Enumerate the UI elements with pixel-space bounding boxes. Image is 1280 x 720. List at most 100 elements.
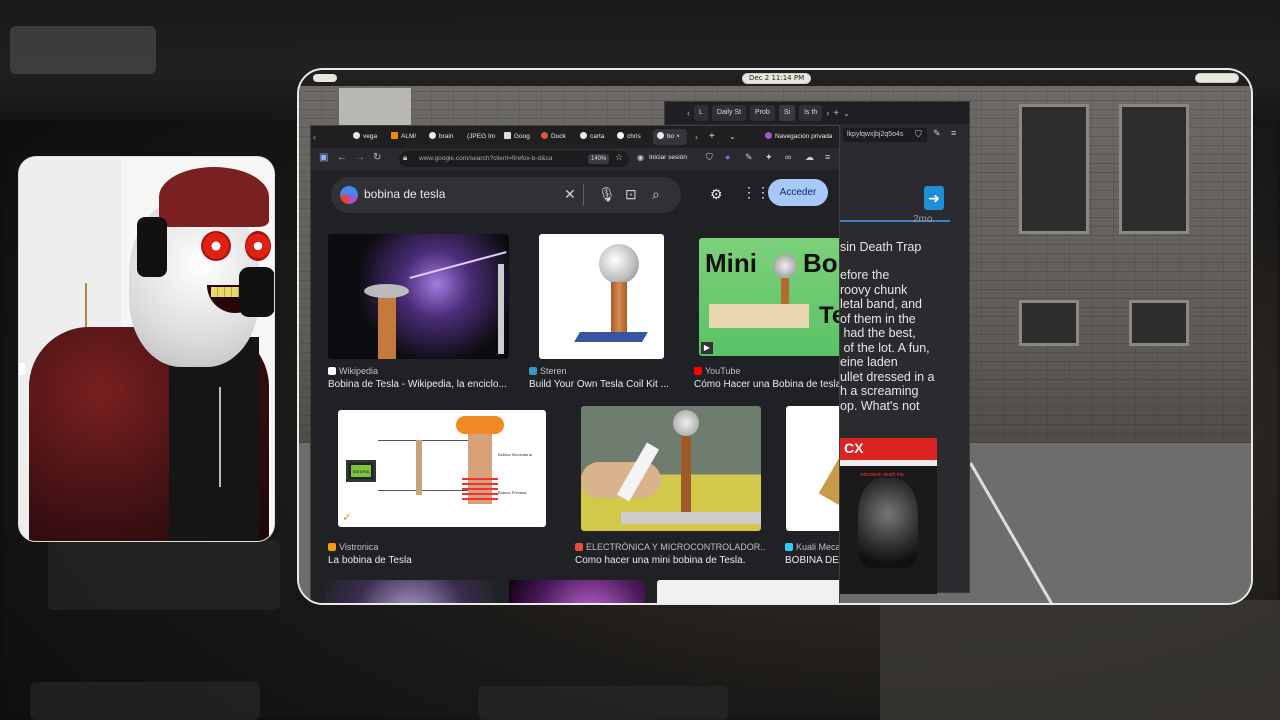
extension-icon[interactable]: ✦ bbox=[765, 152, 773, 163]
blurred-panel bbox=[10, 26, 156, 74]
extension-icon[interactable]: ☁ bbox=[805, 152, 814, 163]
result-image-row3[interactable] bbox=[657, 580, 839, 603]
search-input[interactable] bbox=[364, 187, 544, 201]
search-box[interactable]: ✕ 🎙︎ ⊡ ⌕ bbox=[331, 177, 681, 213]
sign-in-icon[interactable]: ➜ bbox=[924, 186, 944, 210]
video-icon: ▶ bbox=[701, 342, 713, 354]
system-tray[interactable] bbox=[1195, 73, 1239, 83]
new-tab-icon[interactable]: + bbox=[709, 129, 715, 145]
tab[interactable]: Prob bbox=[750, 105, 775, 121]
clear-icon[interactable]: ✕ bbox=[564, 186, 576, 203]
result-image-coil-kit[interactable] bbox=[539, 234, 664, 359]
tab-bar: ‹ vega ALM/ brain (JPEG Im Goog Duck car… bbox=[311, 126, 839, 148]
tab-scroll-right-icon[interactable]: › bbox=[695, 129, 698, 145]
album-face-art bbox=[858, 478, 918, 568]
shield-icon[interactable]: ⛉ bbox=[915, 129, 922, 140]
result-source[interactable]: Wikipedia bbox=[328, 366, 509, 376]
progress-line bbox=[840, 220, 950, 222]
result-source[interactable]: ELECTRÓNICA Y MICROCONTROLADOR... bbox=[575, 542, 765, 552]
tab-scroll-left-icon[interactable]: ‹ bbox=[313, 129, 316, 145]
tab-active[interactable]: bo × bbox=[653, 129, 687, 145]
result-image-row3[interactable] bbox=[325, 580, 495, 603]
sign-in-link[interactable]: Iniciar sesión bbox=[649, 154, 687, 161]
result-caption[interactable]: Cómo Hacer una Bobina de tesla bbox=[694, 379, 839, 390]
result-source[interactable]: YouTube bbox=[694, 366, 839, 376]
sidebar-icon[interactable]: ▣ bbox=[319, 152, 328, 163]
google-images-window: ‹ vega ALM/ brain (JPEG Im Goog Duck car… bbox=[310, 125, 840, 603]
building-window bbox=[1119, 104, 1189, 234]
building-window bbox=[1019, 104, 1089, 234]
result-caption[interactable]: BOBINA DE bbox=[785, 555, 839, 566]
bookmark-star-icon[interactable]: ☆ bbox=[615, 152, 623, 163]
shirt bbox=[169, 337, 259, 541]
tab[interactable]: Duck bbox=[541, 129, 569, 145]
clock[interactable]: Dec 2 11:14 PM bbox=[742, 73, 812, 84]
result-image-tesla-diagram[interactable]: BATERIA Bobina Secundaria Bobina Primari… bbox=[338, 410, 546, 527]
forward-icon[interactable]: → bbox=[355, 152, 365, 163]
result-image-tesla-arc[interactable] bbox=[328, 234, 509, 359]
tab[interactable]: Daily St bbox=[711, 105, 747, 121]
result-caption[interactable]: Build Your Own Tesla Coil Kit ... bbox=[529, 379, 679, 390]
activities-pill[interactable] bbox=[313, 74, 337, 82]
reload-icon[interactable]: ↻ bbox=[373, 152, 381, 163]
extension-icon[interactable]: ✎ bbox=[933, 128, 941, 139]
extension-icon[interactable]: ∞ bbox=[785, 152, 791, 162]
sign-in-button[interactable]: Acceder bbox=[768, 179, 828, 206]
account-icon[interactable]: ◉ bbox=[637, 153, 644, 162]
tab[interactable]: Goog bbox=[504, 129, 532, 145]
hat bbox=[159, 167, 269, 227]
result-image-row3[interactable] bbox=[509, 580, 645, 603]
result-source[interactable]: Vistronica bbox=[328, 542, 528, 552]
tab[interactable]: L bbox=[694, 105, 708, 121]
lock-icon[interactable]: 🔒︎ bbox=[403, 153, 407, 163]
tab[interactable]: vega bbox=[353, 129, 381, 145]
tab-scroll-left-icon[interactable]: ‹ bbox=[687, 108, 690, 118]
result-image-mini-bobina[interactable]: Mini Bo Te ▶ bbox=[699, 238, 839, 356]
chevron-down-icon[interactable]: ⌄ bbox=[843, 109, 850, 118]
tab[interactable]: carta bbox=[580, 129, 608, 145]
post-age: 2mo bbox=[913, 214, 933, 225]
mask-eye bbox=[201, 231, 231, 261]
back-tab-bar: ‹ L Daily St Prob Si Is th › + ⌄ bbox=[665, 102, 969, 124]
blurred-panel bbox=[48, 540, 280, 610]
result-source[interactable]: Steren bbox=[529, 366, 679, 376]
result-image-partial[interactable] bbox=[786, 406, 839, 531]
tab[interactable]: Is th bbox=[799, 105, 823, 121]
pocket-icon[interactable]: ⛉ bbox=[706, 152, 713, 163]
album-cover[interactable]: CX wisconsin death trip bbox=[840, 438, 937, 594]
building-window bbox=[1129, 300, 1189, 346]
chevron-down-icon[interactable]: ⌄ bbox=[729, 129, 736, 145]
search-icon[interactable]: ⌕ bbox=[652, 186, 660, 203]
result-caption[interactable]: Bobina de Tesla - Wikipedia, la enciclo.… bbox=[328, 379, 509, 390]
result-caption[interactable]: Como hacer una mini bobina de Tesla. bbox=[575, 555, 765, 566]
extension-icon[interactable]: ✎ bbox=[745, 152, 753, 163]
menu-icon[interactable]: ≡ bbox=[951, 128, 956, 138]
tab-scroll-right-icon[interactable]: › bbox=[826, 108, 829, 118]
building-window bbox=[1019, 300, 1079, 346]
blurred-panel bbox=[30, 682, 260, 720]
google-results-page: ✕ 🎙︎ ⊡ ⌕ ⚙ ⋮⋮⋮ Acceder Wikipedia Bobina … bbox=[311, 170, 839, 603]
microphone-icon[interactable]: 🎙︎ bbox=[598, 186, 616, 203]
screen-capture-frame: Dec 2 11:14 PM ‹ L Daily St Prob Si Is t… bbox=[297, 68, 1253, 605]
new-tab-icon[interactable]: + bbox=[833, 108, 839, 119]
menu-icon[interactable]: ≡ bbox=[825, 152, 830, 162]
private-browsing-indicator: Navegación privada bbox=[765, 129, 832, 145]
tab-active[interactable]: Si bbox=[778, 105, 796, 121]
zoom-badge[interactable]: 140% bbox=[588, 154, 610, 164]
tab[interactable]: (JPEG Im bbox=[467, 129, 497, 145]
google-lens-logo-icon bbox=[340, 186, 358, 204]
result-image-mini-coil-hand[interactable] bbox=[581, 406, 761, 531]
blurred-floor bbox=[880, 600, 1280, 720]
post-body: efore the roovy chunk letal band, and of… bbox=[840, 268, 935, 413]
back-icon[interactable]: ← bbox=[337, 152, 347, 163]
tab[interactable]: brain bbox=[429, 129, 457, 145]
result-caption[interactable]: La bobina de Tesla bbox=[328, 555, 528, 566]
headphones bbox=[137, 217, 167, 277]
result-source[interactable]: Kuali Mecat bbox=[785, 542, 839, 552]
extension-icon[interactable]: ● bbox=[725, 152, 730, 162]
tab[interactable]: ALM/ bbox=[391, 129, 419, 145]
gear-icon[interactable]: ⚙ bbox=[710, 186, 723, 203]
blurred-panel bbox=[478, 686, 728, 720]
tab[interactable]: chris bbox=[617, 129, 647, 145]
camera-search-icon[interactable]: ⊡ bbox=[625, 186, 637, 203]
